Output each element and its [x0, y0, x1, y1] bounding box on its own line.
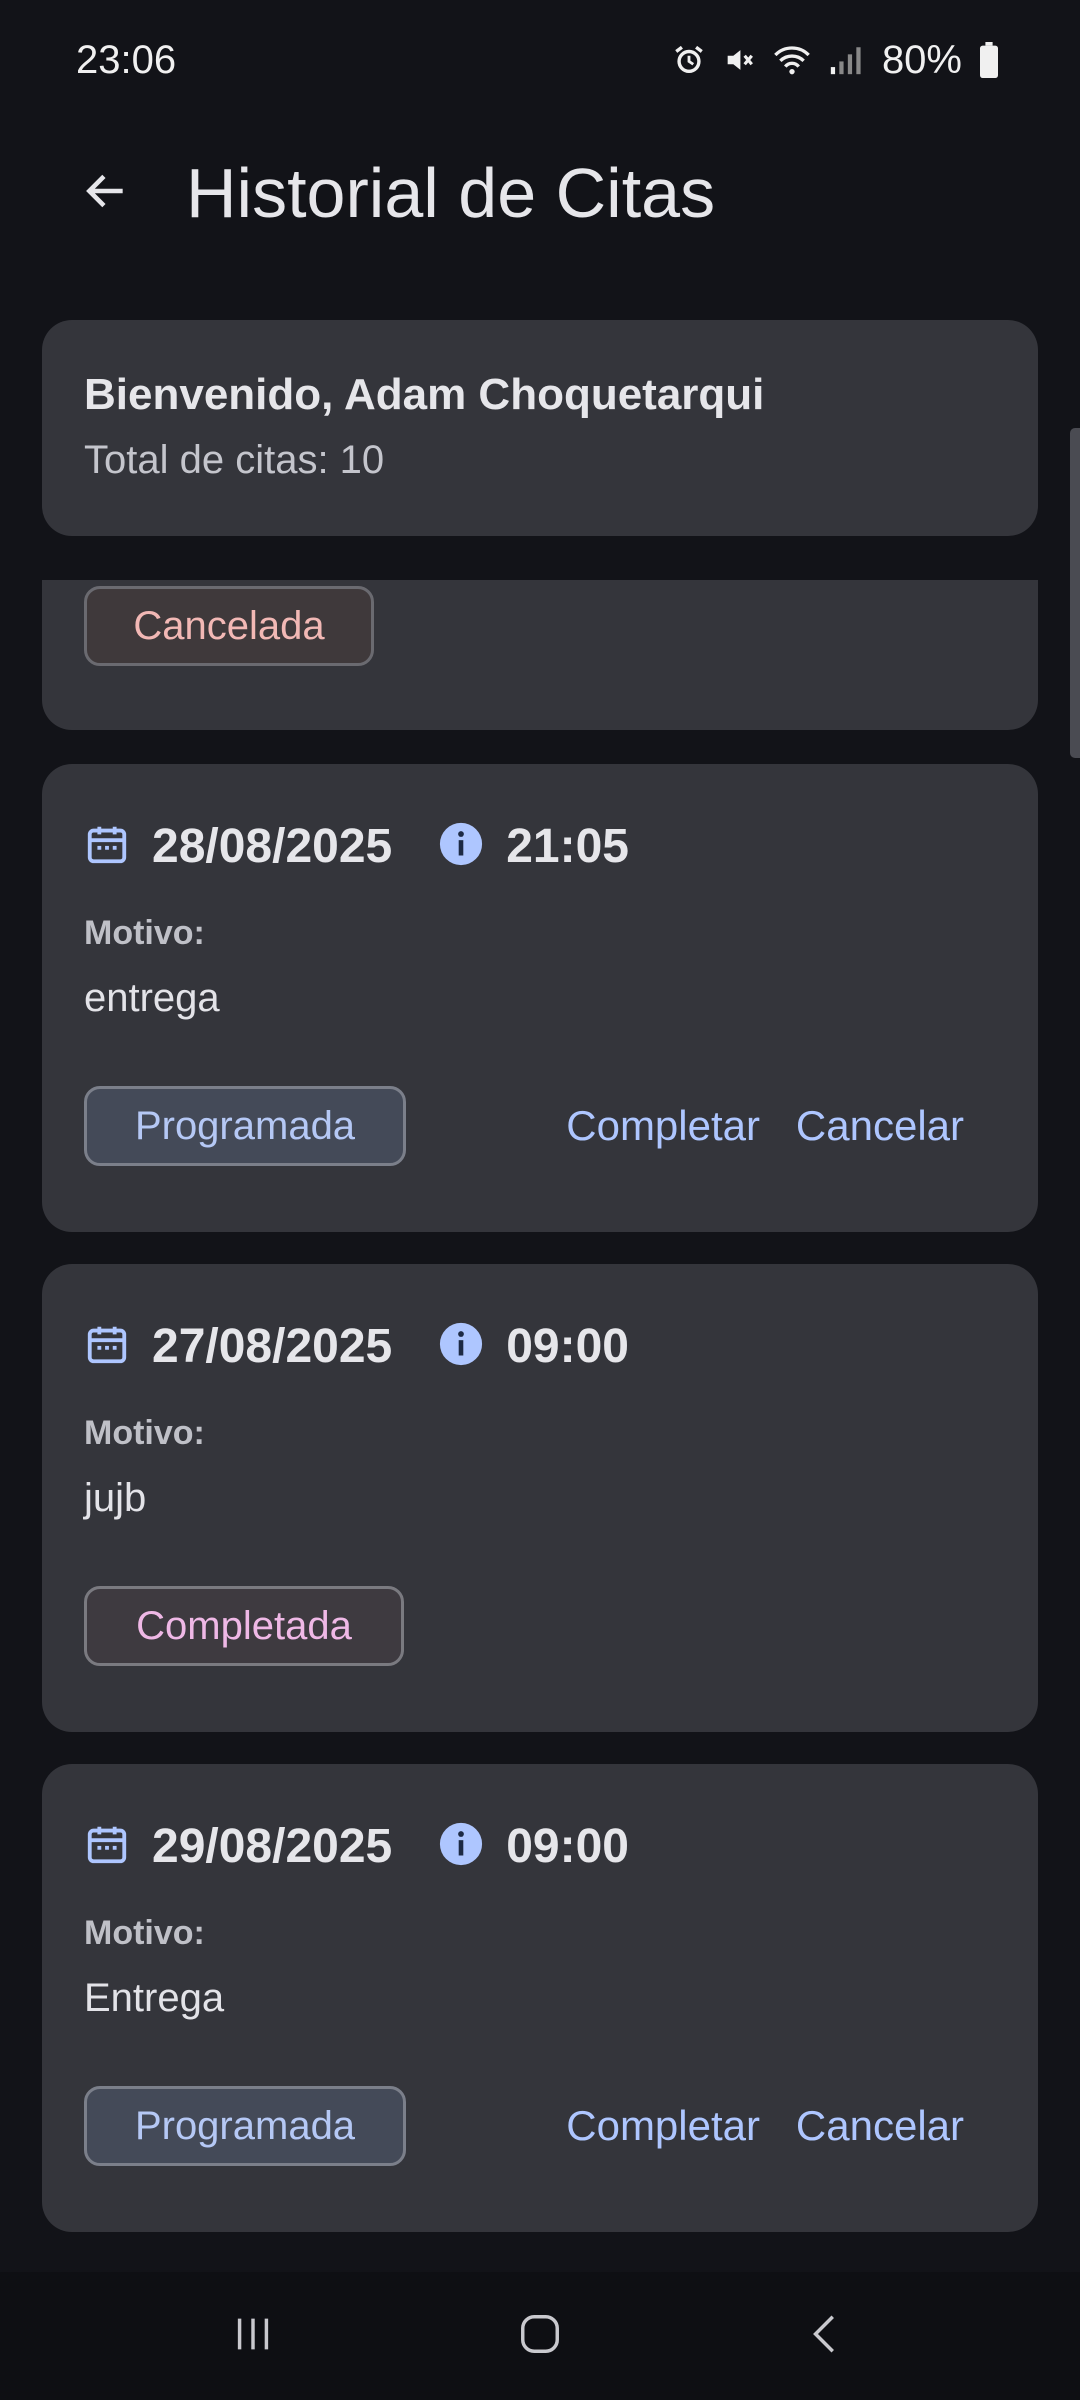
appointment-time: 21:05: [506, 819, 629, 873]
appointment-time: 09:00: [506, 1819, 629, 1873]
nav-back-icon: [804, 2311, 850, 2362]
cancel-button[interactable]: Cancelar: [796, 1086, 964, 1166]
total-appointments: Total de citas: 10: [84, 438, 385, 482]
scrollbar[interactable]: [1070, 428, 1080, 758]
reason-value: entrega: [84, 976, 220, 1020]
appointment-header: 27/08/2025 09:00: [84, 1316, 629, 1376]
appointment-header: 29/08/2025 09:00: [84, 1816, 629, 1876]
status-bar: 23:06 80%: [0, 0, 1080, 120]
info-icon: [438, 821, 484, 872]
reason-label: Motivo:: [84, 1914, 205, 1952]
appointment-header: 28/08/2025 21:05: [84, 816, 629, 876]
home-icon: [517, 2311, 563, 2362]
appointment-card: 29/08/2025 09:00 Motivo: Entrega Program…: [42, 1764, 1038, 2232]
alarm-icon: [672, 43, 706, 77]
calendar-icon: [84, 821, 130, 872]
appointment-card-partial: Cancelada: [42, 580, 1038, 730]
wifi-icon: [772, 43, 812, 77]
mute-icon: [722, 43, 756, 77]
back-arrow-icon: [81, 166, 131, 221]
status-icons: 80%: [672, 38, 1000, 83]
info-icon: [438, 1821, 484, 1872]
action-row: Programada Completar Cancelar: [84, 1086, 996, 1166]
status-chip-scheduled: Programada: [84, 1086, 406, 1166]
reason-label: Motivo:: [84, 914, 205, 952]
signal-icon: [828, 43, 862, 77]
back-button[interactable]: [64, 151, 148, 235]
reason-label: Motivo:: [84, 1414, 205, 1452]
status-chip-completed: Completada: [84, 1586, 404, 1666]
appointment-card: 27/08/2025 09:00 Motivo: jujb Completada: [42, 1264, 1038, 1732]
appointment-card: 28/08/2025 21:05 Motivo: entrega Program…: [42, 764, 1038, 1232]
calendar-icon: [84, 1321, 130, 1372]
system-nav-bar: [0, 2272, 1080, 2400]
welcome-greeting: Bienvenido, Adam Choquetarqui: [84, 370, 765, 419]
info-icon: [438, 1321, 484, 1372]
complete-button[interactable]: Completar: [566, 2086, 760, 2166]
home-button[interactable]: [480, 2286, 600, 2386]
welcome-card: Bienvenido, Adam Choquetarqui Total de c…: [42, 320, 1038, 536]
page-title: Historial de Citas: [186, 154, 716, 232]
cancel-button[interactable]: Cancelar: [796, 2086, 964, 2166]
calendar-icon: [84, 1821, 130, 1872]
action-row: Programada Completar Cancelar: [84, 2086, 996, 2166]
appointment-date: 29/08/2025: [152, 1819, 393, 1873]
reason-value: Entrega: [84, 1976, 225, 2020]
recents-icon: [230, 2311, 276, 2362]
recents-button[interactable]: [193, 2286, 313, 2386]
appointment-date: 27/08/2025: [152, 1319, 393, 1373]
appointment-time: 09:00: [506, 1319, 629, 1373]
app-bar: Historial de Citas: [0, 128, 1080, 258]
nav-back-button[interactable]: [767, 2286, 887, 2386]
appointment-date: 28/08/2025: [152, 819, 393, 873]
battery-percent: 80%: [881, 37, 962, 82]
complete-button[interactable]: Completar: [566, 1086, 760, 1166]
battery-icon: [978, 42, 1000, 78]
status-time: 23:06: [76, 37, 177, 82]
status-chip-cancelled: Cancelada: [84, 586, 374, 666]
action-row: Completada: [84, 1586, 996, 1666]
status-chip-scheduled: Programada: [84, 2086, 406, 2166]
reason-value: jujb: [84, 1476, 147, 1520]
